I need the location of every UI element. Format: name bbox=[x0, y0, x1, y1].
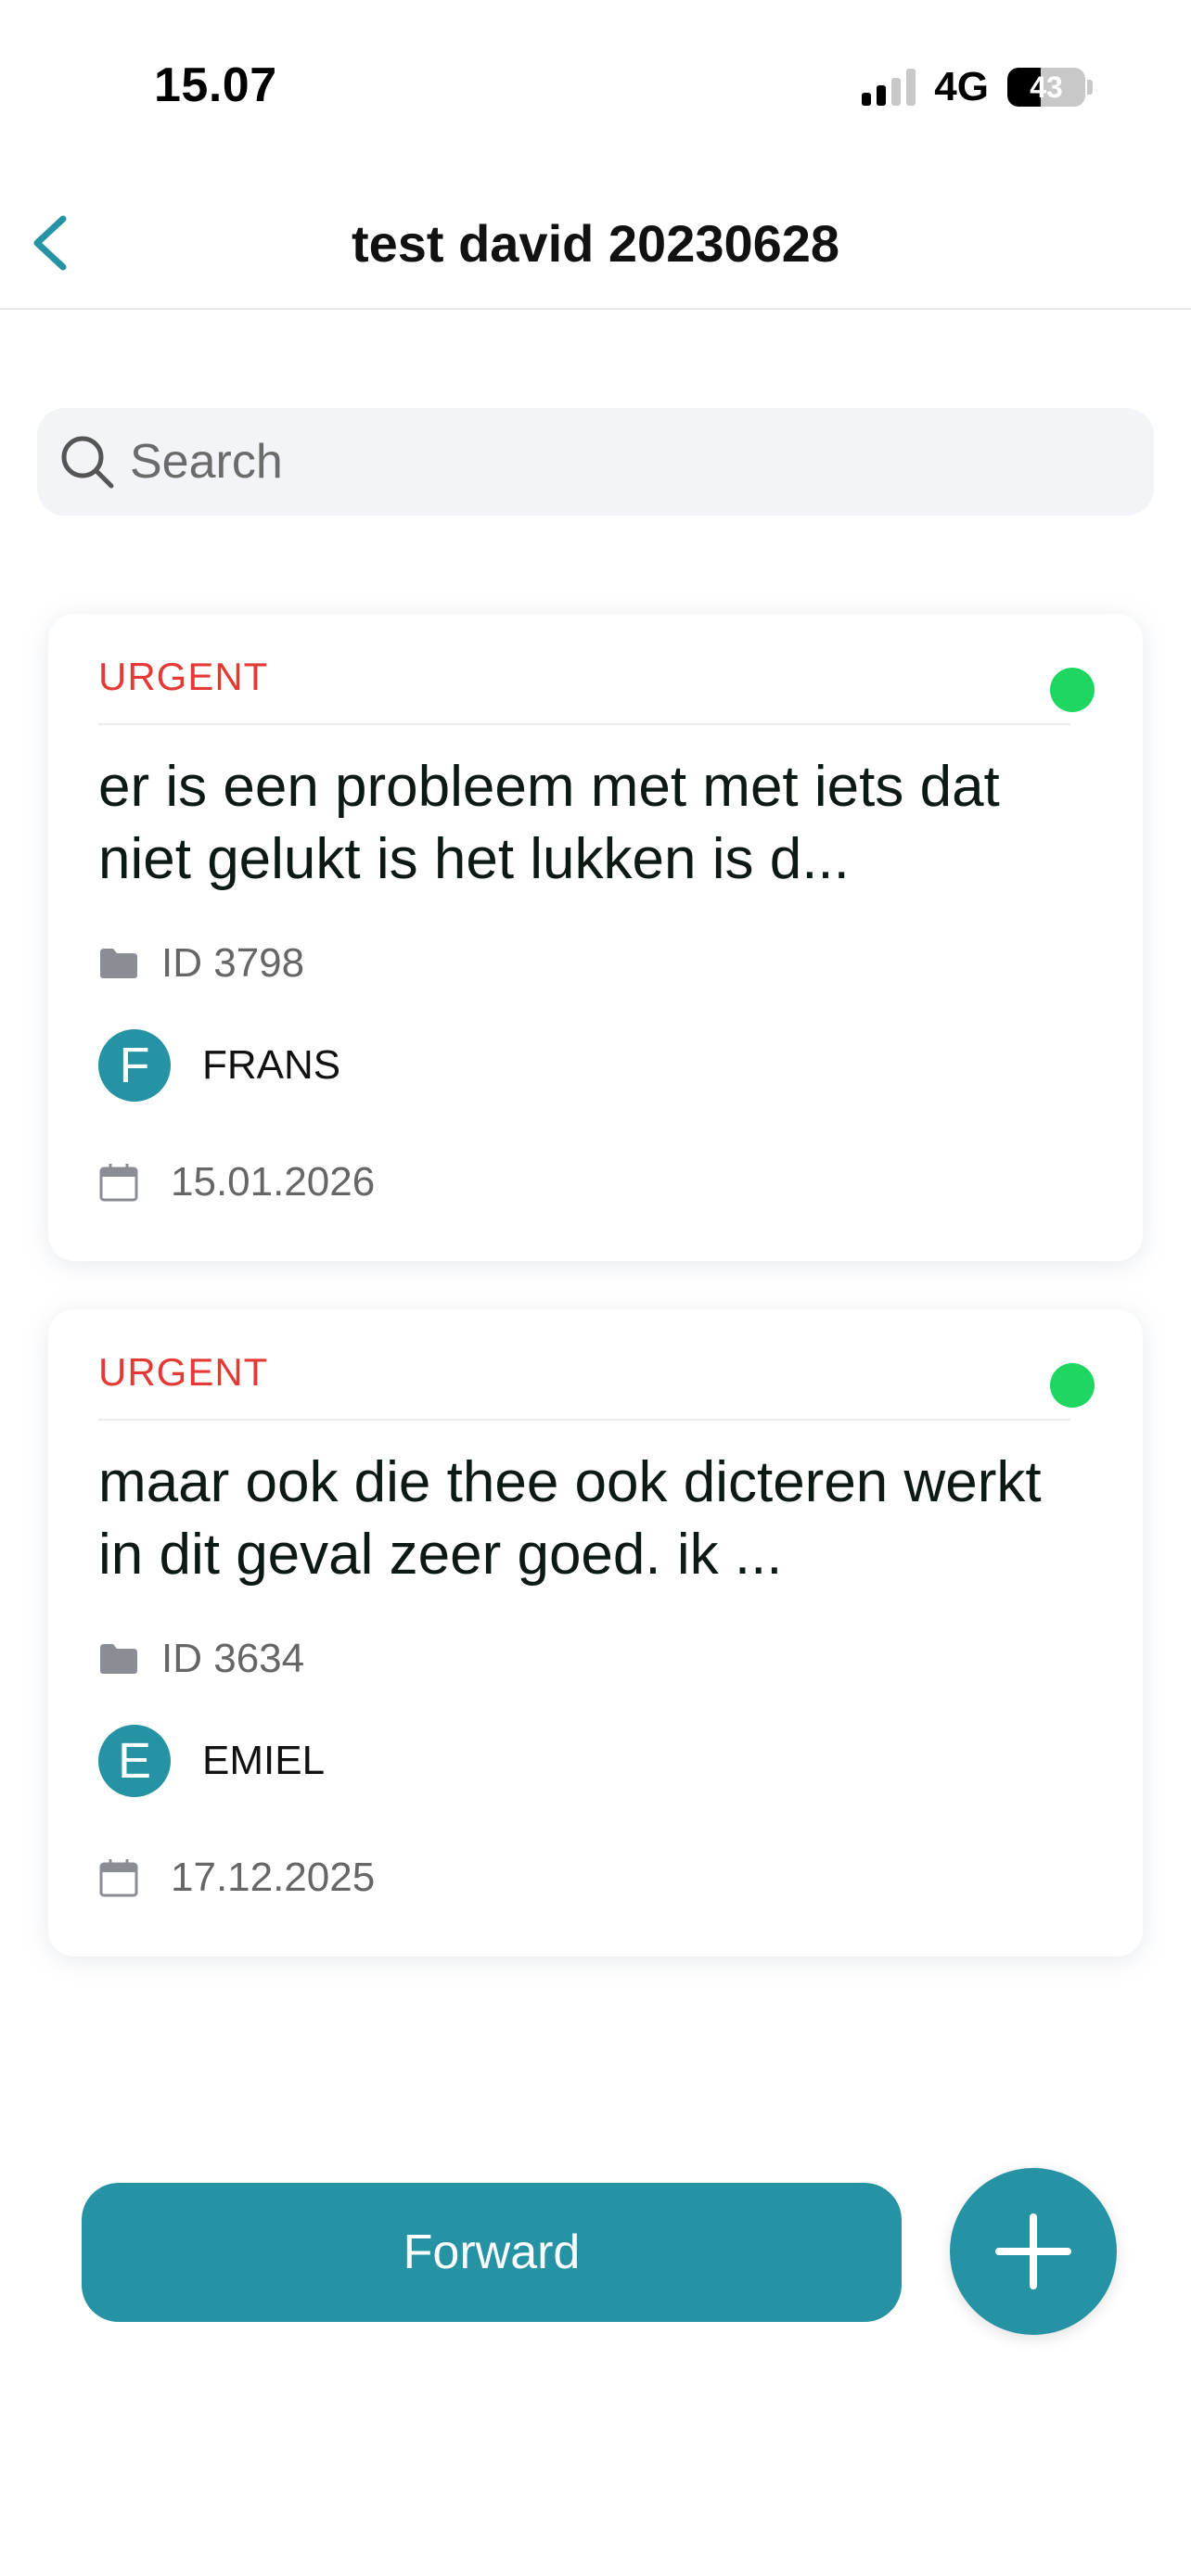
ticket-card[interactable]: URGENT maar ook die thee ook dicteren we… bbox=[48, 1309, 1143, 1957]
avatar: F bbox=[98, 1029, 171, 1102]
header: test david 20230628 bbox=[0, 185, 1191, 310]
ticket-date: 15.01.2026 bbox=[171, 1159, 376, 1205]
ticket-id-row: ID 3798 bbox=[98, 940, 304, 987]
search-icon bbox=[61, 436, 114, 489]
signal-strength-icon bbox=[862, 69, 916, 106]
divider bbox=[98, 723, 1070, 725]
forward-button[interactable]: Forward bbox=[82, 2183, 902, 2322]
ticket-title: maar ook die thee ook dicteren werkt in … bbox=[98, 1450, 1042, 1587]
ticket-card[interactable]: URGENT er is een probleem met met iets d… bbox=[48, 614, 1143, 1261]
status-bar: 15.07 4G 43 bbox=[0, 0, 1191, 176]
ticket-title: er is een probleem met met iets dat niet… bbox=[98, 755, 1000, 891]
assignee-name: FRANS bbox=[202, 1042, 341, 1088]
priority-label: URGENT bbox=[98, 1350, 269, 1394]
status-indicators: 4G 43 bbox=[862, 61, 1093, 113]
priority-label: URGENT bbox=[98, 655, 269, 698]
date-row: 17.12.2025 bbox=[98, 1855, 375, 1901]
ticket-id-row: ID 3634 bbox=[98, 1636, 304, 1682]
search-input[interactable] bbox=[130, 434, 1132, 490]
assignee-name: EMIEL bbox=[202, 1738, 326, 1783]
assignee-row: E EMIEL bbox=[98, 1725, 325, 1797]
search-bar[interactable] bbox=[37, 408, 1154, 516]
network-type: 4G bbox=[934, 64, 989, 109]
ticket-id: ID 3798 bbox=[161, 940, 305, 986]
divider bbox=[98, 1419, 1070, 1421]
calendar-icon bbox=[99, 1164, 138, 1202]
page-title: test david 20230628 bbox=[351, 214, 840, 273]
assignee-row: F FRANS bbox=[98, 1029, 340, 1102]
folder-icon bbox=[100, 1644, 137, 1674]
status-time: 15.07 bbox=[154, 58, 277, 112]
battery-tip bbox=[1087, 80, 1093, 95]
status-dot bbox=[1050, 1363, 1095, 1408]
date-row: 15.01.2026 bbox=[98, 1159, 375, 1205]
plus-icon bbox=[995, 2213, 1071, 2289]
folder-icon bbox=[100, 949, 137, 978]
ticket-id: ID 3634 bbox=[161, 1636, 305, 1681]
calendar-icon bbox=[99, 1859, 138, 1897]
battery-level: 43 bbox=[1030, 70, 1063, 104]
add-button[interactable] bbox=[950, 2168, 1117, 2335]
avatar: E bbox=[98, 1725, 171, 1797]
status-dot bbox=[1050, 668, 1095, 712]
ticket-date: 17.12.2025 bbox=[171, 1855, 376, 1900]
battery-icon: 43 bbox=[1007, 68, 1085, 107]
